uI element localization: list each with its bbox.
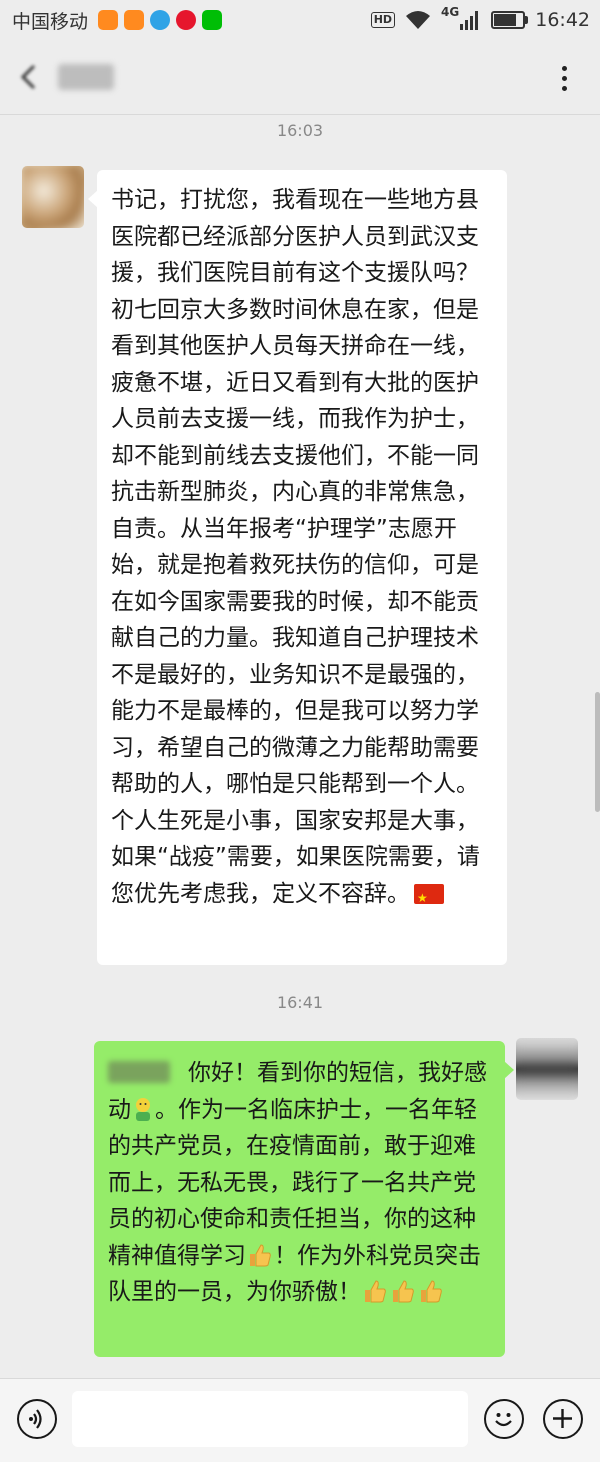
- more-icon-dot: [562, 86, 567, 91]
- received-message-bubble[interactable]: 书记，打扰您，我看现在一些地方县医院都已经派部分医护人员到武汉支援，我们医院目前…: [88, 170, 507, 965]
- status-time: 16:42: [535, 9, 590, 31]
- taobao-icon: [98, 10, 119, 30]
- smiley-icon: [495, 1413, 512, 1427]
- my-avatar[interactable]: [516, 1038, 578, 1100]
- thumbs-up-icon: [421, 1280, 442, 1303]
- recipient-name-blurred: [108, 1061, 170, 1083]
- sender-avatar[interactable]: [22, 166, 84, 228]
- hd-icon: HD: [370, 12, 396, 28]
- iqiyi-icon: [202, 10, 223, 30]
- emoji-button[interactable]: [484, 1399, 524, 1439]
- weibo-icon: [176, 10, 197, 30]
- chat-header: [0, 40, 600, 115]
- back-button[interactable]: [14, 62, 44, 92]
- message-text-input[interactable]: [72, 1391, 468, 1447]
- battery-icon: [491, 11, 529, 29]
- thumbs-up-icon: [365, 1280, 386, 1303]
- message-timestamp: 16:41: [276, 993, 324, 1012]
- browser-icon: [150, 10, 171, 30]
- notification-icons: [98, 10, 223, 30]
- more-icon-dot: [562, 76, 567, 81]
- chat-scrollbar[interactable]: [595, 692, 600, 812]
- more-options-button[interactable]: [550, 64, 578, 92]
- voice-input-button[interactable]: [17, 1399, 57, 1439]
- network-type: 4G: [441, 5, 460, 19]
- wifi-icon: [406, 11, 431, 29]
- face-emoji-icon: [136, 1097, 150, 1121]
- signal-icon: [460, 11, 479, 30]
- status-bar: 中国移动 HD 4G 16:42: [0, 0, 600, 40]
- carrier-name: 中国移动: [12, 10, 89, 33]
- plus-icon: [553, 1409, 572, 1428]
- taobao-icon: [124, 10, 145, 30]
- message-timestamp: 16:03: [276, 121, 324, 140]
- china-flag-emoji: [414, 880, 444, 916]
- sent-message-bubble[interactable]: 你好！看到你的短信，我好感动 。作为一名临床护士，一名年轻的共产党员，在疫情面前，…: [94, 1041, 514, 1357]
- thumbs-up-icon: [393, 1280, 414, 1303]
- more-functions-button[interactable]: [543, 1399, 583, 1439]
- more-icon: [562, 66, 567, 71]
- thumbs-up-icon: [250, 1243, 271, 1266]
- received-message-text: 书记，打扰您，我看现在一些地方县医院都已经派部分医护人员到武汉支援，我们医院目前…: [111, 187, 480, 907]
- voice-icon: [29, 1409, 42, 1429]
- back-arrow-icon: [20, 64, 36, 90]
- chat-title: [58, 64, 114, 90]
- message-input-bar: [0, 1378, 600, 1462]
